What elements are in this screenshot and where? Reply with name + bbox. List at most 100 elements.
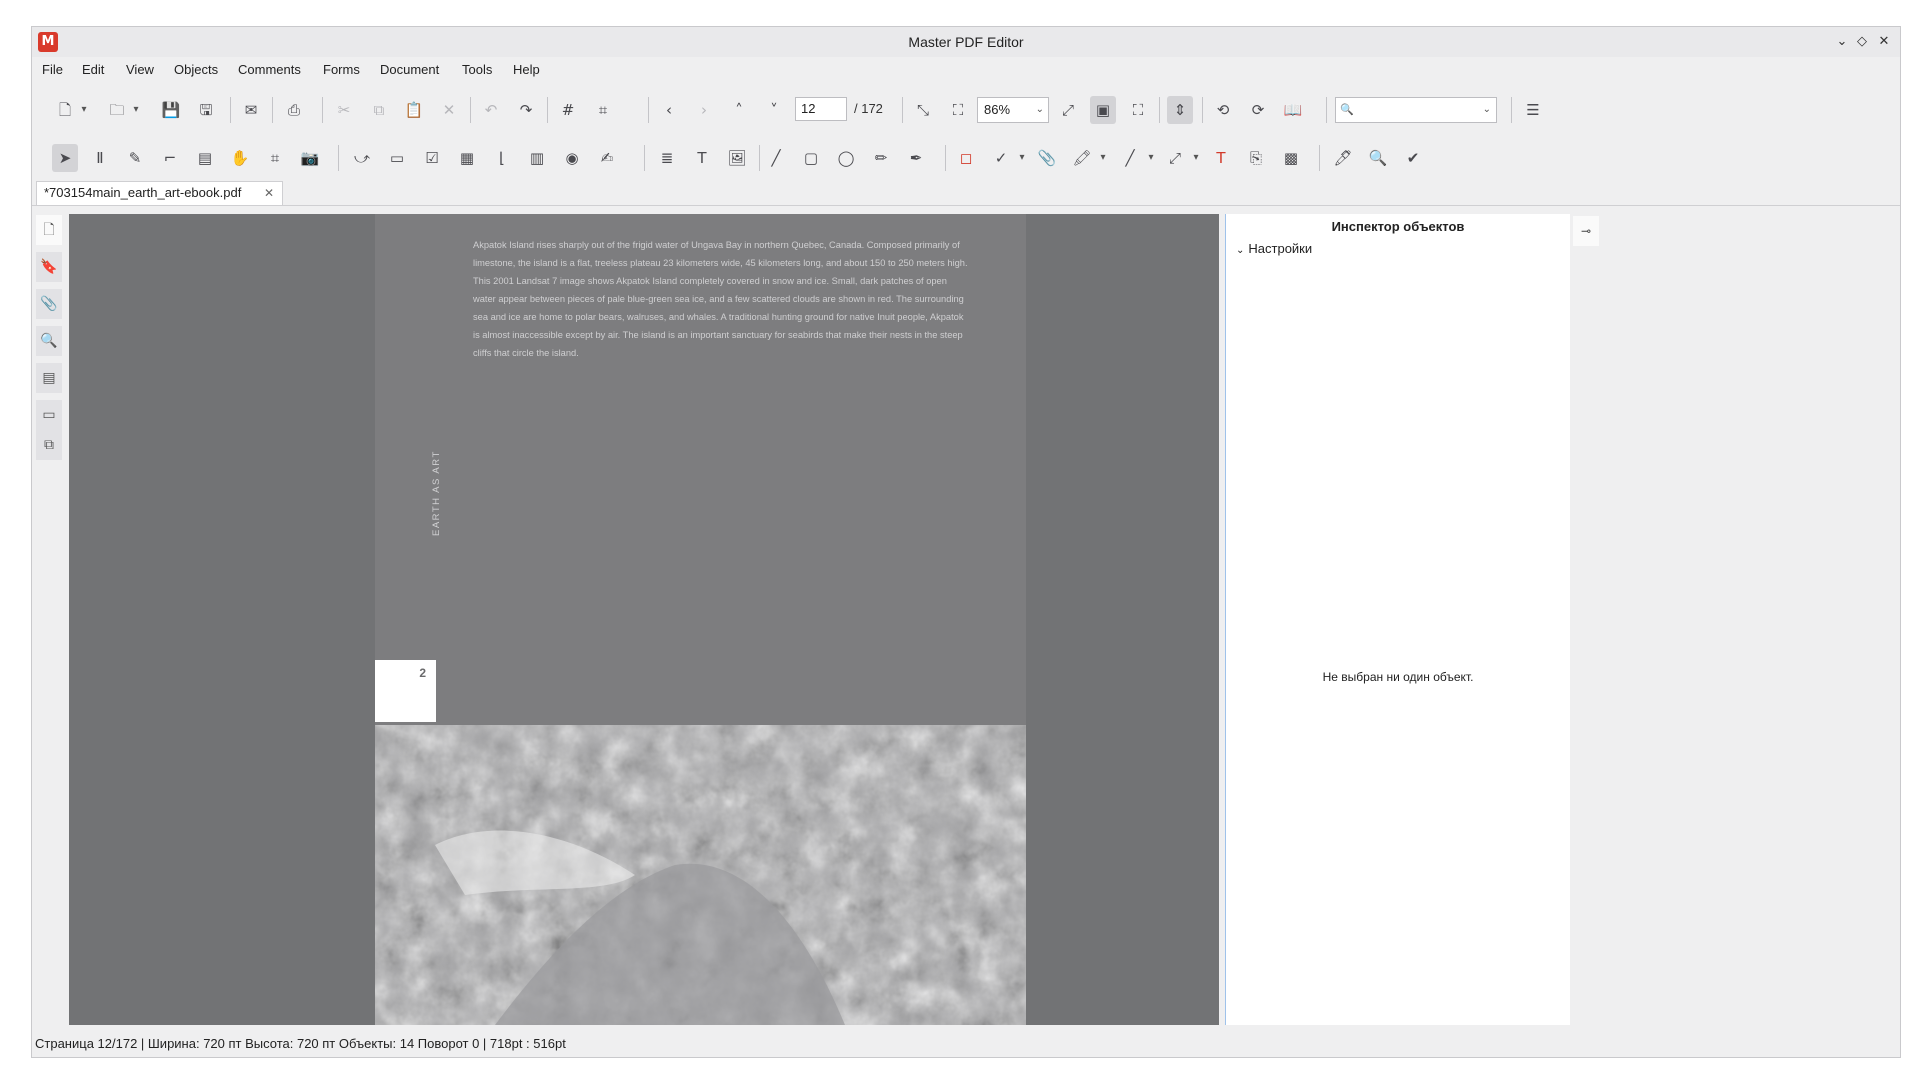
grid-icon[interactable]: # [555,96,581,124]
redact-icon[interactable]: 🖊 [1330,144,1356,172]
fit-visible-icon[interactable]: ▣ [1090,96,1116,124]
fit-page-icon[interactable]: ⛶ [945,96,971,124]
sign-icon[interactable]: ✒ [903,144,929,172]
signature-field-icon[interactable]: ✍ [594,144,620,172]
actual-size-icon[interactable]: ⤡ [910,96,936,124]
paste-icon[interactable]: 📋 [401,96,427,124]
menu-file[interactable]: File [42,57,63,83]
signatures-panel-icon[interactable]: ▭ [36,400,62,430]
two-page-view-icon[interactable]: 📖 [1280,96,1306,124]
document-tab-label: *703154main_earth_art-ebook.pdf [44,185,242,200]
line-icon[interactable]: ╱ [763,144,789,172]
rectangle-icon[interactable]: ▢ [798,144,824,172]
snap-grid-icon[interactable]: ⌗ [590,96,616,124]
open-folder-icon[interactable]: 🗀 [104,96,130,124]
combo-box-icon[interactable]: ▦ [454,144,480,172]
search-panel-icon[interactable]: 🔍 [36,326,62,356]
bookmarks-panel-icon[interactable]: 🔖 [36,252,62,282]
form-fields-icon[interactable]: ▤ [192,144,218,172]
arrow-line-icon[interactable]: ╱ [1117,144,1143,172]
next-page-icon[interactable]: ˅ [761,96,787,124]
checkbox-icon[interactable]: ☑ [419,144,445,172]
continuous-scroll-icon[interactable]: ⇕ [1167,96,1193,124]
chevron-down-icon: ⌄ [1482,104,1491,115]
line-dropdown-icon[interactable]: ▾ [1145,144,1157,172]
attachments-panel-icon[interactable]: 📎 [36,289,62,319]
inspector-toggle-icon[interactable]: ⊸ [1573,216,1599,246]
next-view-icon[interactable]: › [691,96,717,124]
note-comment-icon[interactable]: ◻ [953,144,979,172]
minimize-icon[interactable]: ⌄ [1832,32,1852,52]
menu-edit[interactable]: Edit [82,57,104,83]
new-document-icon[interactable]: 🗋 [52,96,78,124]
layers-panel-icon[interactable]: ▤ [36,363,62,393]
measure-dropdown-icon[interactable]: ▾ [1190,144,1202,172]
list-box-icon[interactable]: ▥ [524,144,550,172]
close-window-icon[interactable]: ✕ [1874,32,1894,52]
open-dropdown-icon[interactable]: ▾ [130,96,142,124]
menu-objects[interactable]: Objects [174,57,218,83]
copy-icon[interactable]: ⧉ [366,96,392,124]
menu-document[interactable]: Document [380,57,439,83]
menu-help[interactable]: Help [513,57,540,83]
stamp-icon[interactable]: ⎘ [1243,144,1269,172]
thumbnails-panel-icon[interactable]: ⧉ [36,430,62,460]
button-field-icon[interactable]: ▭ [384,144,410,172]
apply-redaction-icon[interactable]: ✔ [1400,144,1426,172]
link-icon[interactable]: ⤻ [349,144,375,172]
rotate-right-icon[interactable]: ⟳ [1245,96,1271,124]
edit-forms-icon[interactable]: ⌐ [157,144,183,172]
page-number-input[interactable]: 12 [795,97,847,121]
fit-width-icon[interactable]: ⤢ [1055,96,1081,124]
measure-icon[interactable]: ⤢ [1162,144,1188,172]
attach-file-icon[interactable]: 📎 [1034,144,1060,172]
pages-panel-icon[interactable]: 🗋 [36,215,62,245]
document-tab[interactable]: *703154main_earth_art-ebook.pdf ✕ [36,181,283,205]
undo-icon[interactable]: ↶ [478,96,504,124]
menu-comments[interactable]: Comments [238,57,301,83]
text-field-icon[interactable]: ⌊ [489,144,515,172]
save-as-icon[interactable]: 🖫 [193,96,219,124]
text-box-comment-icon[interactable]: T [1208,144,1234,172]
zoom-select[interactable]: 86% ⌄ [977,97,1049,123]
highlight-icon[interactable]: 🖍 [1069,144,1095,172]
crop-icon[interactable]: ⌗ [262,144,288,172]
hand-tool-icon[interactable]: ✋ [227,144,253,172]
edit-text-icon[interactable]: Ⅱ [87,144,113,172]
ellipse-icon[interactable]: ◯ [833,144,859,172]
qr-code-icon[interactable]: ▩ [1278,144,1304,172]
save-icon[interactable]: 💾 [158,96,184,124]
check-dropdown-icon[interactable]: ▾ [1016,144,1028,172]
menu-forms[interactable]: Forms [323,57,360,83]
menu-view[interactable]: View [126,57,154,83]
edit-objects-icon[interactable]: ✎ [122,144,148,172]
radio-button-icon[interactable]: ◉ [559,144,585,172]
rotate-left-icon[interactable]: ⟲ [1210,96,1236,124]
delete-icon[interactable]: ✕ [436,96,462,124]
hamburger-menu-icon[interactable]: ☰ [1520,96,1546,124]
print-icon[interactable]: ⎙ [281,96,307,124]
insert-text-icon[interactable]: T [689,144,715,172]
image-icon[interactable]: 🖼 [724,144,750,172]
select-arrow-icon[interactable]: ➤ [52,144,78,172]
chevron-down-icon: ⌄ [1236,245,1245,256]
search-redact-icon[interactable]: 🔍 [1365,144,1391,172]
menu-tools[interactable]: Tools [462,57,492,83]
previous-page-icon[interactable]: ˄ [726,96,752,124]
email-icon[interactable]: ✉ [238,96,264,124]
close-tab-icon[interactable]: ✕ [264,182,274,204]
search-input[interactable]: 🔍 ⌄ [1335,97,1497,123]
snapshot-icon[interactable]: 📷 [297,144,323,172]
add-text-icon[interactable]: ≣ [654,144,680,172]
full-screen-icon[interactable]: ⛶ [1125,96,1151,124]
inspector-settings-section[interactable]: ⌄ Настройки [1236,238,1312,262]
pencil-icon[interactable]: ✏ [868,144,894,172]
cut-icon[interactable]: ✂ [331,96,357,124]
redo-icon[interactable]: ↷ [513,96,539,124]
previous-view-icon[interactable]: ‹ [656,96,682,124]
document-canvas[interactable]: Akpatok Island rises sharply out of the … [69,214,1219,1025]
highlight-dropdown-icon[interactable]: ▾ [1097,144,1109,172]
check-mark-icon[interactable]: ✓ [988,144,1014,172]
maximize-icon[interactable]: ◇ [1852,32,1872,52]
new-dropdown-icon[interactable]: ▾ [78,96,90,124]
